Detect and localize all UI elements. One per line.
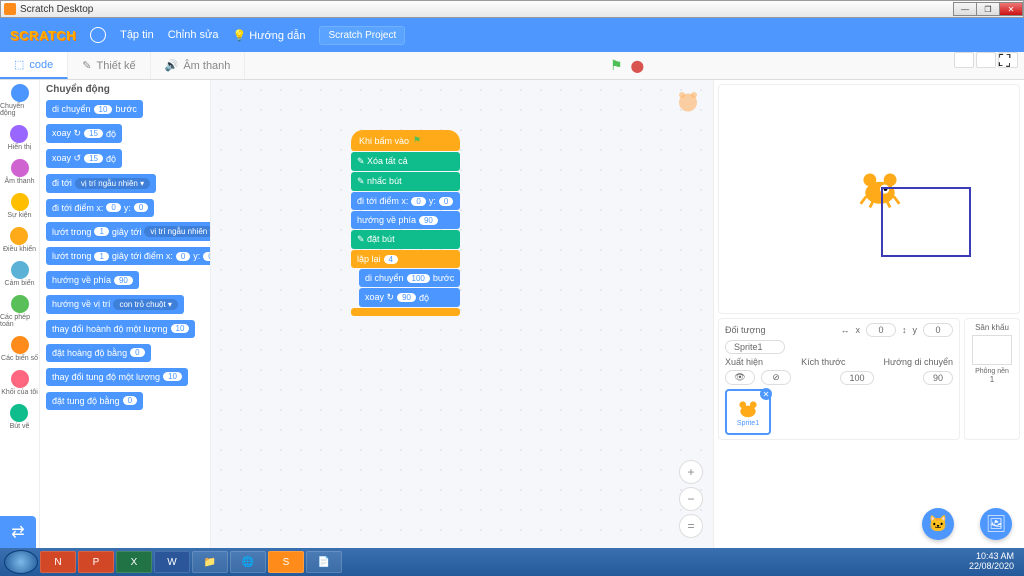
- script-block[interactable]: di chuyển 100 bước: [359, 269, 460, 287]
- hide-button[interactable]: ⊘: [761, 370, 791, 385]
- menu-file[interactable]: Tập tin: [120, 29, 154, 41]
- app-icon: [4, 3, 16, 15]
- size-input[interactable]: 100: [840, 371, 873, 385]
- category-Bút vẽ[interactable]: Bút vẽ: [10, 404, 30, 430]
- script-block[interactable]: ✎ nhấc bút: [351, 172, 460, 191]
- sprite-panel-label: Đối tượng: [725, 325, 765, 335]
- sprite-thumbnail[interactable]: ✕ Sprite1: [725, 389, 771, 435]
- system-tray[interactable]: 10:43 AM22/08/2020: [969, 552, 1020, 572]
- block-palette: Chuyển động di chuyển 10 bước xoay ↻ 15 đ…: [40, 80, 210, 548]
- taskbar-item[interactable]: W: [154, 551, 190, 573]
- sprite-y-input[interactable]: 0: [923, 323, 953, 337]
- zoom-in-button[interactable]: +: [679, 460, 703, 484]
- stage-large-button[interactable]: [976, 52, 996, 68]
- window-title: Scratch Desktop: [20, 4, 93, 15]
- menu-edit[interactable]: Chỉnh sửa: [168, 29, 219, 41]
- hat-block[interactable]: Khi bấm vào ⚑: [351, 130, 460, 151]
- maximize-button[interactable]: ❐: [976, 2, 1000, 16]
- category-Âm thanh[interactable]: Âm thanh: [5, 159, 35, 185]
- palette-block[interactable]: đặt hoàng độ bằng 0: [46, 344, 151, 362]
- stop-icon[interactable]: ⬤: [631, 59, 644, 73]
- stage-small-button[interactable]: [954, 52, 974, 68]
- add-sprite-button[interactable]: 🐱: [922, 508, 954, 540]
- green-flag-icon[interactable]: ⚑: [610, 57, 623, 74]
- category-Các phép toán[interactable]: Các phép toán: [0, 295, 39, 328]
- category-Hiển thị[interactable]: Hiển thị: [8, 125, 32, 151]
- script-canvas[interactable]: Khi bấm vào ⚑✎ Xóa tất cả✎ nhấc bútđi tớ…: [210, 80, 714, 548]
- palette-block[interactable]: thay đổi tung độ một lượng 10: [46, 368, 188, 386]
- taskbar-item[interactable]: P: [78, 551, 114, 573]
- category-Điều khiển[interactable]: Điều khiển: [3, 227, 36, 253]
- close-button[interactable]: ✕: [999, 2, 1023, 16]
- taskbar-item[interactable]: 📄: [306, 551, 342, 573]
- script-block[interactable]: ✎ Xóa tất cả: [351, 152, 460, 171]
- loop-end[interactable]: [351, 308, 460, 316]
- script-block[interactable]: xoay ↻ 90 độ: [359, 288, 460, 307]
- tab-code[interactable]: ⬚code: [0, 52, 68, 79]
- taskbar-item[interactable]: S: [268, 551, 304, 573]
- script-block[interactable]: ✎ đặt bút: [351, 230, 460, 249]
- palette-block[interactable]: hướng về phía 90: [46, 271, 139, 289]
- palette-block[interactable]: lướt trong 1 giây tới vị trí ngẫu nhiên …: [46, 222, 210, 241]
- palette-header: Chuyển động: [46, 84, 204, 95]
- sprite-name-input[interactable]: Sprite1: [725, 340, 785, 354]
- script-block[interactable]: hướng về phía 90: [351, 211, 460, 229]
- menu-bar: SCRATCH Tập tin Chỉnh sửa 💡 Hướng dẫn Sc…: [0, 18, 1024, 52]
- category-list: Chuyển động Hiển thị Âm thanh Sự kiện Điều k…: [0, 80, 40, 548]
- category-Chuyển động[interactable]: Chuyển động: [0, 84, 39, 117]
- fullscreen-button[interactable]: ⛶: [998, 52, 1018, 68]
- stage[interactable]: [718, 84, 1020, 314]
- category-Cảm biến[interactable]: Cảm biến: [5, 261, 35, 287]
- category-Sự kiện[interactable]: Sự kiện: [7, 193, 31, 219]
- zoom-out-button[interactable]: −: [679, 487, 703, 511]
- palette-block[interactable]: đi tới vị trí ngẫu nhiên ▾: [46, 174, 156, 193]
- tab-costumes[interactable]: ✎ Thiết kế: [68, 52, 150, 79]
- palette-block[interactable]: di chuyển 10 bước: [46, 100, 143, 118]
- sprite-x-input[interactable]: 0: [866, 323, 896, 337]
- category-Các biến số[interactable]: Các biến số: [1, 336, 38, 362]
- minimize-button[interactable]: —: [953, 2, 977, 16]
- palette-block[interactable]: lướt trong 1 giây tới điểm x: 0 y: 0: [46, 247, 210, 265]
- sprite-watermark-icon: [673, 86, 703, 121]
- scratch-logo: SCRATCH: [10, 28, 76, 43]
- editor-tabs: ⬚code ✎ Thiết kế 🔊 Âm thanh ⚑ ⬤ ⛶: [0, 52, 1024, 80]
- palette-block[interactable]: hướng về vị trí con trỏ chuột ▾: [46, 295, 184, 314]
- script-stack[interactable]: Khi bấm vào ⚑✎ Xóa tất cả✎ nhấc bútđi tớ…: [351, 130, 460, 316]
- palette-block[interactable]: thay đổi hoành độ một lượng 10: [46, 320, 195, 338]
- category-Khối của tôi[interactable]: Khối của tôi: [1, 370, 38, 396]
- show-button[interactable]: 👁: [725, 370, 755, 385]
- stage-panel[interactable]: Sân khấu Phông nền 1: [964, 318, 1020, 440]
- palette-block[interactable]: xoay ↻ 15 độ: [46, 124, 122, 143]
- script-block[interactable]: đi tới điểm x: 0 y: 0: [351, 192, 460, 210]
- palette-block[interactable]: đi tới điểm x: 0 y: 0: [46, 199, 154, 217]
- taskbar: N P X W 📁 🌐 S 📄 10:43 AM22/08/2020: [0, 548, 1024, 576]
- zoom-reset-button[interactable]: =: [679, 514, 703, 538]
- add-backdrop-button[interactable]: 🖼: [980, 508, 1012, 540]
- add-extension-button[interactable]: ⇄: [0, 516, 36, 548]
- taskbar-item[interactable]: 🌐: [230, 551, 266, 573]
- delete-sprite-icon[interactable]: ✕: [760, 388, 772, 400]
- language-icon[interactable]: [90, 27, 106, 43]
- sprite-properties: Đối tượng ↔x0 ↕y0 Sprite1 Xuất hiện Kích…: [718, 318, 960, 440]
- taskbar-item[interactable]: 📁: [192, 551, 228, 573]
- taskbar-item[interactable]: X: [116, 551, 152, 573]
- script-block[interactable]: lặp lại 4: [351, 250, 460, 268]
- drawn-square: [881, 187, 971, 257]
- direction-input[interactable]: 90: [923, 371, 953, 385]
- palette-block[interactable]: xoay ↺ 15 độ: [46, 149, 122, 168]
- start-button[interactable]: [4, 550, 38, 574]
- menu-tutorials[interactable]: 💡 Hướng dẫn: [233, 29, 306, 42]
- window-controls: — ❐ ✕: [954, 2, 1023, 16]
- palette-block[interactable]: đặt tung độ bằng 0: [46, 392, 143, 410]
- taskbar-item[interactable]: N: [40, 551, 76, 573]
- tab-sounds[interactable]: 🔊 Âm thanh: [151, 52, 246, 79]
- window-titlebar: Scratch Desktop — ❐ ✕: [0, 0, 1024, 18]
- project-name-input[interactable]: Scratch Project: [319, 26, 405, 45]
